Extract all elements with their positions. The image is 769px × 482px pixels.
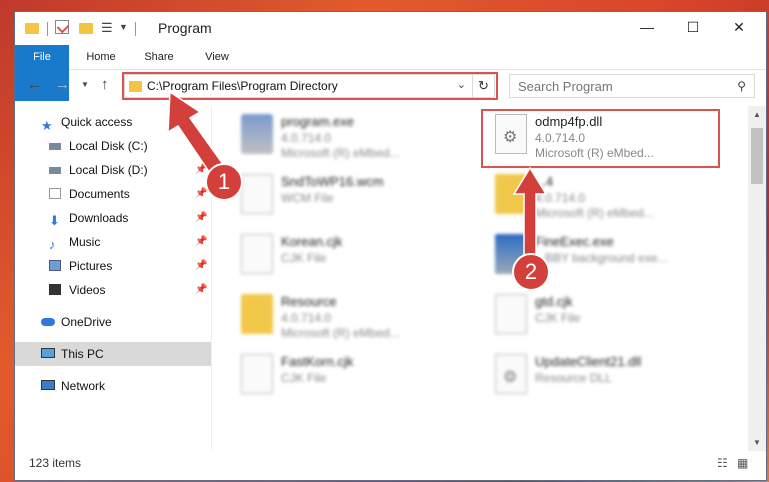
arrow-2: [512, 166, 548, 259]
step-badge-2: 2: [512, 253, 550, 291]
step-badge-1: 1: [205, 163, 243, 201]
annotation-arrows: [167, 90, 548, 259]
